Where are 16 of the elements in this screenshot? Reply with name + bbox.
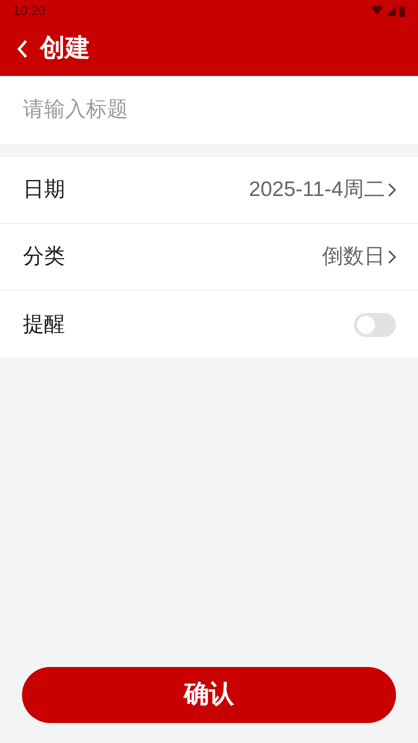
row-label: 提醒 xyxy=(23,312,65,338)
reminder-switch[interactable] xyxy=(354,312,396,336)
signal-icon xyxy=(386,6,396,16)
chevron-right-icon[interactable] xyxy=(388,250,396,264)
row-value[interactable]: 2025-11-4周二 xyxy=(248,174,385,206)
wifi-icon xyxy=(371,6,383,16)
row-value[interactable]: 倒数日 xyxy=(322,241,385,273)
battery-icon xyxy=(399,6,405,16)
page-title: 创建 xyxy=(40,33,90,64)
chevron-right-icon[interactable] xyxy=(388,183,396,197)
back-icon[interactable] xyxy=(16,39,28,59)
confirm-button[interactable]: 确认 xyxy=(22,667,396,723)
row-label: 分类 xyxy=(23,244,65,270)
title-input-field[interactable]: 请输入标题 xyxy=(0,76,418,144)
row-label: 日期 xyxy=(23,177,65,204)
status-time: 10:20 xyxy=(13,2,46,20)
